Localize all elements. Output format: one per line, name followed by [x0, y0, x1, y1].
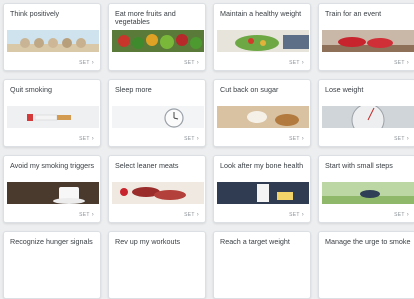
- goal-card-leaner-meats[interactable]: Select leaner meats SET ›: [108, 155, 206, 223]
- goal-card-smoking-triggers[interactable]: Avoid my smoking triggers SET ›: [3, 155, 101, 223]
- goal-card-healthy-weight[interactable]: Maintain a healthy weight SET ›: [213, 3, 311, 71]
- salad-tape-image: [217, 30, 309, 52]
- coffee-cup-image: [7, 182, 99, 204]
- goal-card-hunger-signals[interactable]: Recognize hunger signals: [3, 231, 101, 299]
- goal-title: Look after my bone health: [220, 161, 304, 170]
- set-button[interactable]: SET ›: [184, 136, 199, 142]
- goal-title: Train for an event: [325, 9, 382, 18]
- goal-title: Manage the urge to smoke: [325, 237, 411, 246]
- goal-title: Avoid my smoking triggers: [10, 161, 95, 170]
- set-button[interactable]: SET ›: [289, 136, 304, 142]
- set-button[interactable]: SET ›: [394, 212, 409, 218]
- chevron-right-icon: ›: [196, 60, 199, 66]
- goal-title: Quit smoking: [10, 85, 52, 94]
- chevron-right-icon: ›: [196, 136, 199, 142]
- broken-cigarette-image: [7, 106, 99, 128]
- goal-card-eat-more-fruits[interactable]: Eat more fruits and vegetables SET ›: [108, 3, 206, 71]
- goal-card-bone-health[interactable]: Look after my bone health SET ›: [213, 155, 311, 223]
- goal-title: Reach a target weight: [220, 237, 290, 246]
- milk-cheese-image: [217, 182, 309, 204]
- chevron-right-icon: ›: [406, 212, 409, 218]
- goal-title: Maintain a healthy weight: [220, 9, 302, 18]
- goal-card-target-weight[interactable]: Reach a target weight: [213, 231, 311, 299]
- goal-title: Select leaner meats: [115, 161, 179, 170]
- sports-shoes-image: [322, 30, 414, 52]
- alarm-clock-image: [112, 106, 204, 128]
- set-button[interactable]: SET ›: [289, 60, 304, 66]
- chevron-right-icon: ›: [406, 60, 409, 66]
- goal-title: Start with small steps: [325, 161, 393, 170]
- vegetables-image: [112, 30, 204, 52]
- bathroom-scale-image: [322, 106, 414, 128]
- goal-card-lose-weight[interactable]: Lose weight SET ›: [318, 79, 414, 147]
- goal-grid: Think positively SET › Eat more fruits an…: [0, 0, 414, 299]
- goal-card-small-steps[interactable]: Start with small steps SET ›: [318, 155, 414, 223]
- chevron-right-icon: ›: [301, 136, 304, 142]
- set-button[interactable]: SET ›: [394, 60, 409, 66]
- goal-card-cut-back-sugar[interactable]: Cut back on sugar SET ›: [213, 79, 311, 147]
- goal-title: Lose weight: [325, 85, 364, 94]
- chevron-right-icon: ›: [91, 136, 94, 142]
- chevron-right-icon: ›: [301, 212, 304, 218]
- goal-card-quit-smoking[interactable]: Quit smoking SET ›: [3, 79, 101, 147]
- goal-card-manage-urge[interactable]: Manage the urge to smoke: [318, 231, 414, 299]
- goal-title: Rev up my workouts: [115, 237, 181, 246]
- set-button[interactable]: SET ›: [289, 212, 304, 218]
- set-button[interactable]: SET ›: [394, 136, 409, 142]
- goal-title: Eat more fruits and vegetables: [115, 9, 176, 26]
- smiling-pebbles-image: [7, 30, 99, 52]
- set-button[interactable]: SET ›: [79, 212, 94, 218]
- chevron-right-icon: ›: [196, 212, 199, 218]
- set-button[interactable]: SET ›: [79, 60, 94, 66]
- goal-title: Think positively: [10, 9, 60, 18]
- running-feet-image: [322, 182, 414, 204]
- chevron-right-icon: ›: [91, 212, 94, 218]
- set-button[interactable]: SET ›: [184, 212, 199, 218]
- chevron-right-icon: ›: [91, 60, 94, 66]
- sugar-spoons-image: [217, 106, 309, 128]
- goal-title: Cut back on sugar: [220, 85, 279, 94]
- chevron-right-icon: ›: [406, 136, 409, 142]
- meat-cuts-image: [112, 182, 204, 204]
- goal-title: Recognize hunger signals: [10, 237, 93, 246]
- goal-card-sleep-more[interactable]: Sleep more SET ›: [108, 79, 206, 147]
- goal-card-rev-up-workouts[interactable]: Rev up my workouts: [108, 231, 206, 299]
- goal-card-train-for-event[interactable]: Train for an event SET ›: [318, 3, 414, 71]
- goal-title: Sleep more: [115, 85, 152, 94]
- set-button[interactable]: SET ›: [79, 136, 94, 142]
- set-button[interactable]: SET ›: [184, 60, 199, 66]
- goal-card-think-positively[interactable]: Think positively SET ›: [3, 3, 101, 71]
- chevron-right-icon: ›: [301, 60, 304, 66]
